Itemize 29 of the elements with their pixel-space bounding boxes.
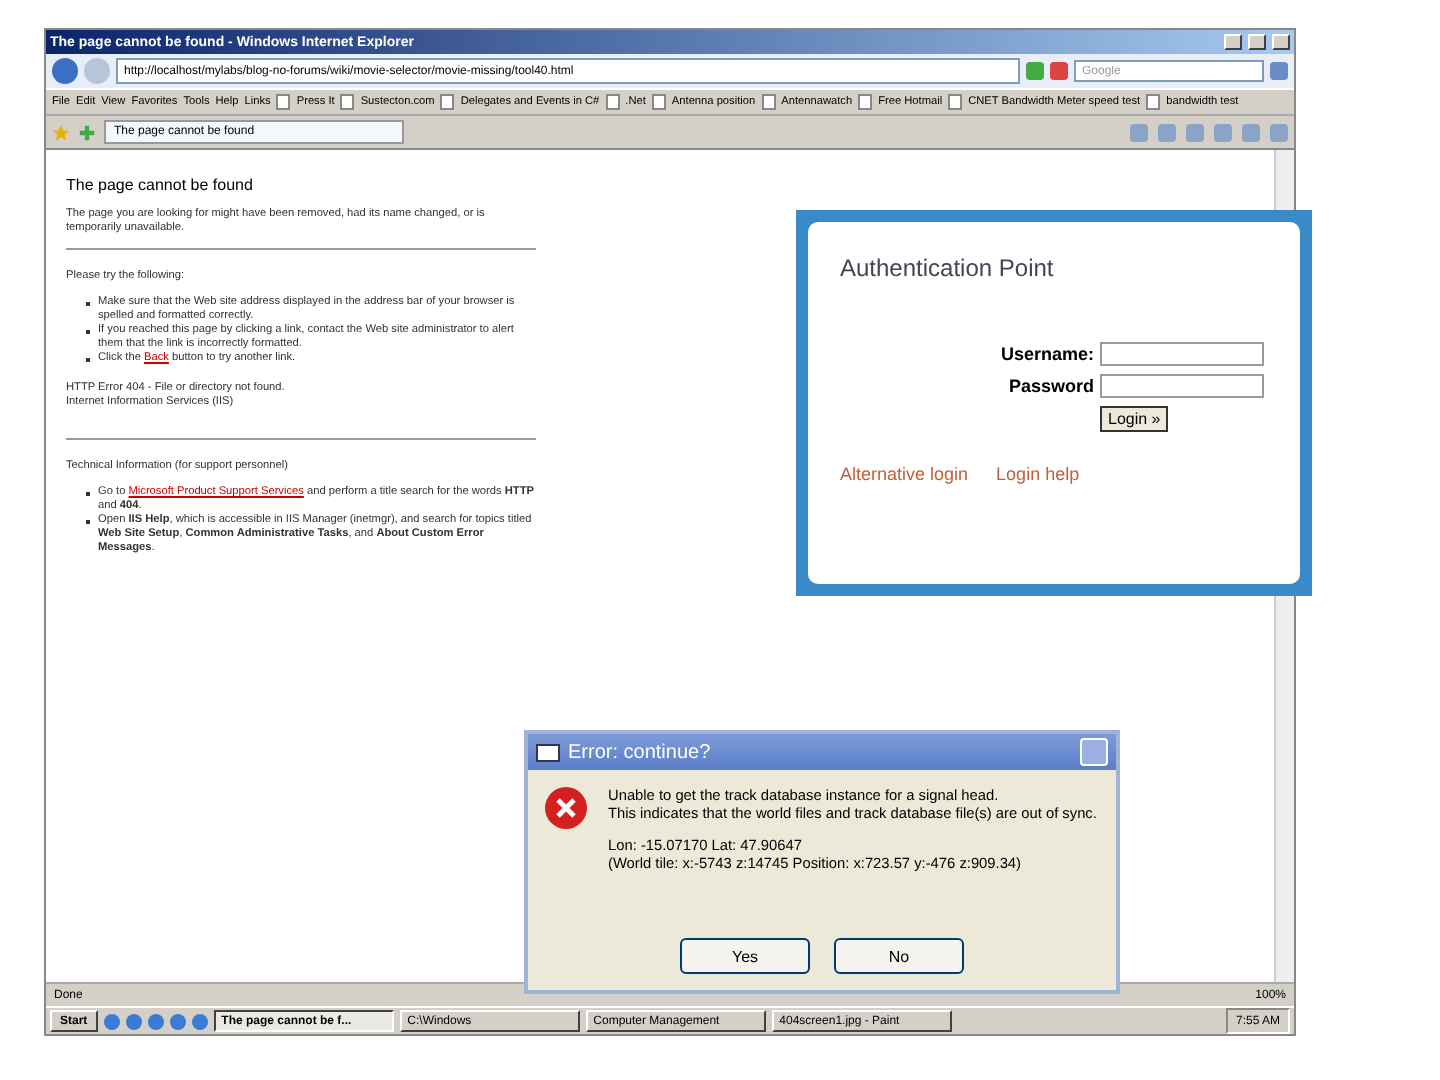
username-field[interactable] bbox=[1100, 342, 1264, 366]
page-heading: The page cannot be found bbox=[66, 178, 255, 192]
page-icon bbox=[651, 94, 666, 110]
window-icon bbox=[536, 743, 560, 761]
error-icon bbox=[544, 786, 588, 830]
page-icon bbox=[440, 94, 455, 110]
link[interactable]: Alternative login bbox=[840, 464, 969, 484]
page-icon bbox=[948, 94, 963, 110]
close-button[interactable] bbox=[1272, 34, 1290, 50]
login-button[interactable]: Login » bbox=[1100, 406, 1169, 432]
panel-title: Authentication Point bbox=[840, 254, 1056, 282]
minimize-button[interactable] bbox=[1224, 34, 1242, 50]
page-icon bbox=[340, 94, 355, 110]
dialog-button[interactable]: No bbox=[834, 938, 964, 974]
plus-icon[interactable] bbox=[78, 123, 96, 141]
back-button[interactable] bbox=[52, 58, 78, 84]
link[interactable]: Login help bbox=[996, 464, 1080, 484]
maximize-button[interactable] bbox=[1248, 34, 1266, 50]
dialog-title: Error: continue? bbox=[568, 741, 713, 763]
page-icon bbox=[605, 94, 620, 110]
page-icon bbox=[1146, 94, 1161, 110]
page-icon bbox=[276, 94, 291, 110]
page-icon bbox=[761, 94, 776, 110]
password-field[interactable] bbox=[1100, 374, 1264, 398]
password-label: Password bbox=[1006, 376, 1094, 396]
star-icon[interactable] bbox=[52, 123, 70, 141]
page-icon bbox=[858, 94, 873, 110]
dialog-button[interactable]: Yes bbox=[680, 938, 810, 974]
username-label: Username: bbox=[998, 344, 1094, 364]
